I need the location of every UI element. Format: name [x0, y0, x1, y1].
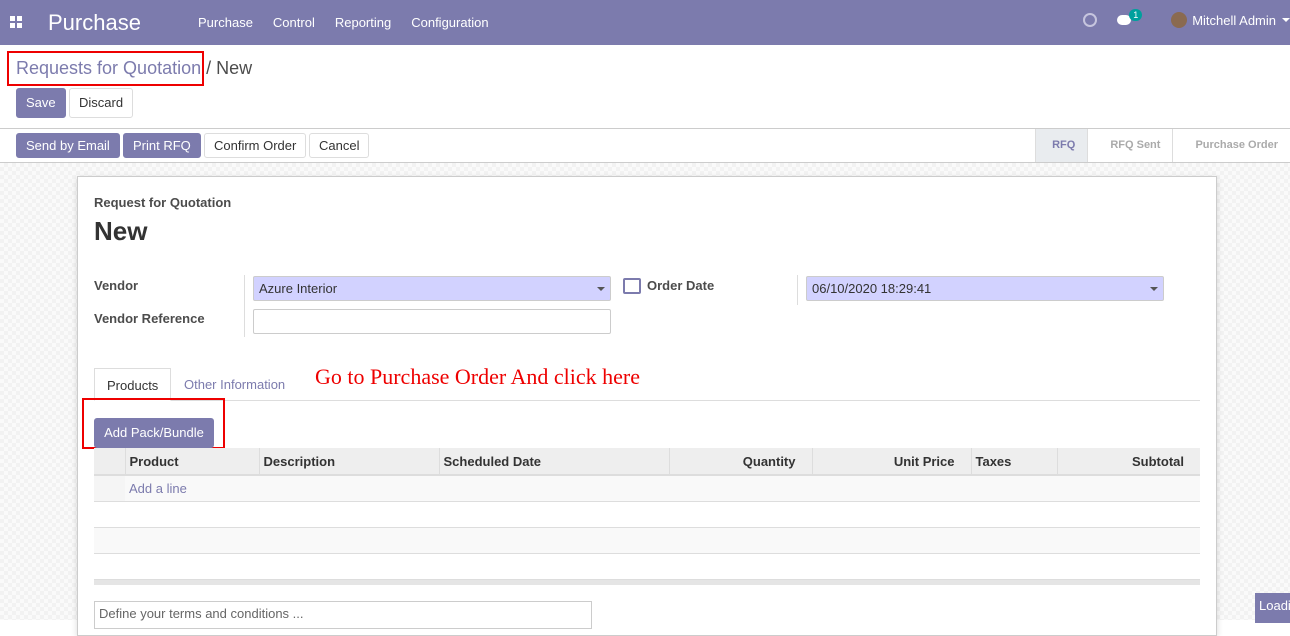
table-footer — [94, 579, 1200, 585]
user-menu[interactable]: Mitchell Admin — [1192, 13, 1276, 28]
column-scheduled-date[interactable]: Scheduled Date — [438, 448, 669, 476]
order-date-input[interactable]: 06/10/2020 18:29:41 — [806, 276, 1164, 301]
divider — [797, 275, 798, 305]
app-title: Purchase — [48, 10, 141, 35]
status-bar: Send by Email Print RFQ Confirm Order Ca… — [0, 129, 1290, 163]
vendor-select[interactable]: Azure Interior — [253, 276, 611, 301]
empty-row — [94, 527, 1200, 554]
column-description[interactable]: Description — [258, 448, 439, 476]
breadcrumb-separator: / — [206, 58, 212, 78]
tab-other-information[interactable]: Other Information — [172, 368, 297, 401]
loading-indicator: Loading — [1255, 593, 1290, 623]
apps-menu-icon[interactable] — [10, 16, 22, 28]
chat-badge: 1 — [1129, 9, 1143, 21]
record-name: New — [94, 216, 148, 246]
order-date-value: 06/10/2020 18:29:41 — [812, 281, 932, 296]
activity-clock-icon[interactable] — [1083, 13, 1098, 27]
vendor-reference-label: Vendor Reference — [94, 311, 205, 326]
add-line-link[interactable]: Add a line — [125, 475, 1200, 502]
annotation-text: Go to Purchase Order And click here — [315, 364, 641, 389]
form-sheet: Request for Quotation New Vendor Vendor … — [77, 176, 1217, 636]
divider — [244, 275, 245, 337]
caret-down-icon — [597, 287, 605, 295]
vendor-label: Vendor — [94, 278, 139, 293]
column-subtotal[interactable]: Subtotal — [1056, 448, 1200, 476]
step-rfq[interactable]: RFQ — [1035, 129, 1088, 162]
chat-icon[interactable]: 1 — [1117, 9, 1143, 25]
menu-control[interactable]: Control — [273, 15, 315, 30]
column-quantity[interactable]: Quantity — [668, 448, 812, 476]
step-rfq-sent[interactable]: RFQ Sent — [1087, 129, 1172, 162]
terms-input[interactable]: Define your terms and conditions ... — [94, 601, 592, 629]
confirm-order-button[interactable]: Confirm Order — [204, 133, 307, 158]
top-navbar: Purchase Purchase Control Reporting Conf… — [0, 0, 1290, 45]
print-rfq-button[interactable]: Print RFQ — [123, 133, 201, 158]
highlight-box — [7, 51, 204, 86]
menu-configuration[interactable]: Configuration — [411, 15, 488, 30]
empty-row — [94, 553, 1200, 580]
vendor-value: Azure Interior — [259, 281, 338, 296]
empty-row — [94, 501, 1200, 528]
avatar — [1171, 12, 1188, 28]
step-purchase-order[interactable]: Purchase Order — [1172, 129, 1290, 162]
menu-purchase[interactable]: Purchase — [198, 15, 253, 30]
column-unit-price[interactable]: Unit Price — [811, 448, 971, 476]
save-button[interactable]: Save — [16, 88, 66, 118]
breadcrumb-current: New — [216, 58, 253, 78]
add-pack-bundle-button[interactable]: Add Pack/Bundle — [94, 418, 214, 448]
order-date-label: Order Date — [647, 278, 715, 293]
discard-button[interactable]: Discard — [69, 88, 134, 118]
menu-reporting[interactable]: Reporting — [335, 15, 391, 30]
form-subtitle: Request for Quotation — [94, 195, 232, 210]
tab-products[interactable]: Products — [94, 368, 172, 401]
send-by-email-button[interactable]: Send by Email — [16, 133, 120, 158]
column-handle — [94, 448, 125, 476]
order-lines-table: Product Description Scheduled Date Quant… — [94, 448, 1200, 585]
notebook-tabs: Products Other Information — [94, 368, 1200, 401]
column-product[interactable]: Product — [124, 448, 259, 476]
cancel-button[interactable]: Cancel — [309, 133, 370, 158]
caret-down-icon — [1150, 287, 1158, 295]
external-link-icon[interactable] — [623, 278, 641, 294]
vendor-reference-input[interactable] — [253, 309, 611, 334]
column-taxes[interactable]: Taxes — [970, 448, 1057, 476]
chevron-down-icon — [1282, 18, 1290, 26]
control-panel: Requests for Quotation / New Save Discar… — [0, 45, 1290, 129]
